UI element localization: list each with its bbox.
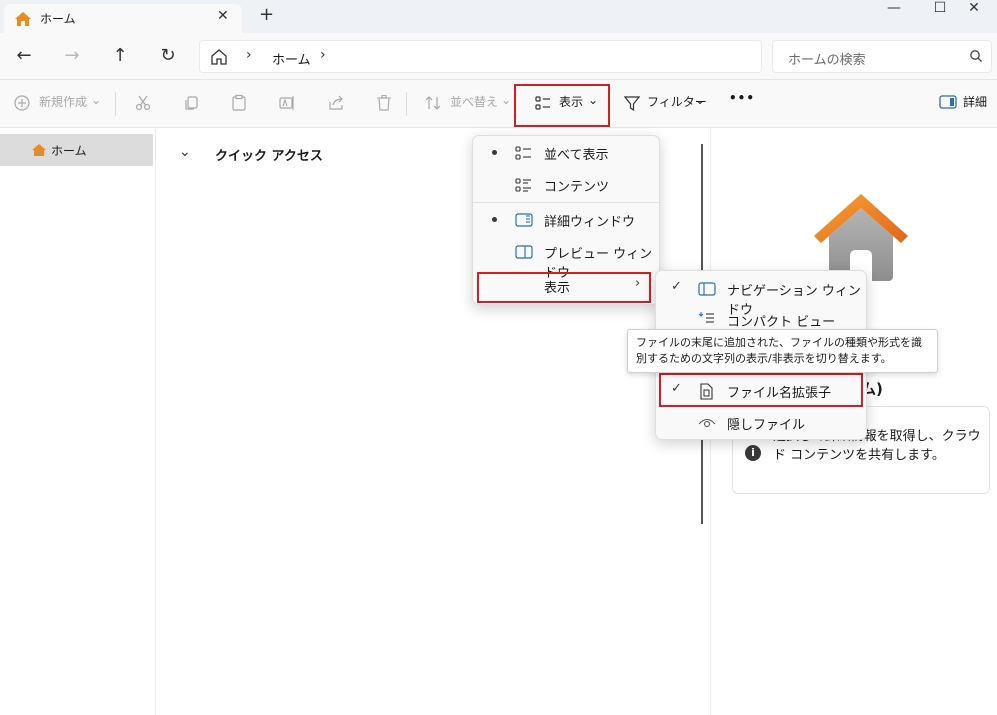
paste-icon[interactable] — [230, 94, 248, 116]
refresh-icon[interactable]: ↻ — [154, 43, 182, 71]
home-icon — [14, 11, 32, 31]
sidebar-item-label: ホーム — [51, 144, 87, 158]
title-bar: ホーム ✕ + — ☐ ✕ — [0, 0, 997, 33]
details-pane-icon — [515, 212, 533, 232]
breadcrumb-chevron-icon[interactable]: › — [246, 47, 252, 63]
rename-icon[interactable] — [278, 94, 296, 116]
tiles-icon — [515, 145, 533, 165]
quick-access-header[interactable]: クイック アクセス — [215, 145, 323, 164]
navigation-pane: ホーム — [0, 128, 156, 715]
menu-item-label: コンパクト ビュー — [727, 315, 836, 330]
compact-view-icon — [698, 312, 716, 328]
home-icon — [31, 143, 47, 161]
info-icon: i — [745, 445, 761, 461]
content-icon — [515, 177, 533, 197]
new-icon — [13, 94, 31, 116]
search-icon — [969, 49, 983, 67]
chevron-down-icon: ⌄ — [695, 93, 706, 107]
home-outline-icon[interactable] — [210, 48, 228, 70]
file-extension-highlight — [659, 373, 863, 407]
toolbar-divider — [115, 92, 116, 116]
sort-button[interactable]: 並べ替え — [450, 93, 498, 115]
copy-icon[interactable] — [182, 94, 200, 116]
sort-icon — [425, 94, 441, 116]
submenu-item-navigation-pane[interactable]: ✓ ナビゲーション ウィンドウ — [656, 273, 866, 318]
hidden-files-icon — [698, 415, 716, 433]
submenu-item-hidden-files[interactable]: 隠しファイル — [656, 407, 866, 439]
tab-home[interactable]: ホーム ✕ — [4, 4, 242, 33]
details-button[interactable]: 詳細 — [963, 93, 987, 115]
share-icon[interactable] — [327, 94, 345, 116]
menu-item-content[interactable]: コンテンツ — [473, 169, 659, 201]
chevron-down-icon: ⌄ — [91, 93, 102, 107]
tooltip: ファイルの末尾に追加された、ファイルの種類や形式を識別するための文字列の表示/非… — [627, 329, 938, 373]
menu-item-preview-pane[interactable]: プレビュー ウィンドウ — [473, 236, 659, 281]
minimize-icon[interactable]: — — [871, 0, 917, 20]
sidebar-item-home[interactable]: ホーム — [0, 134, 153, 166]
menu-item-label: 並べて表示 — [544, 148, 609, 163]
chevron-down-icon: ⌄ — [501, 93, 512, 107]
search-input[interactable]: ホームの検索 — [788, 49, 866, 68]
check-icon: ✓ — [671, 279, 682, 294]
tab-close-icon[interactable]: ✕ — [217, 8, 229, 24]
menu-item-tiles[interactable]: 並べて表示 — [473, 137, 659, 169]
chevron-down-icon[interactable]: ⌄ — [179, 144, 191, 160]
back-icon[interactable]: ← — [10, 43, 38, 71]
menu-item-details-pane[interactable]: 詳細ウィンドウ — [473, 204, 659, 236]
preview-pane-icon — [515, 244, 533, 264]
cut-icon[interactable] — [134, 94, 152, 116]
breadcrumb-chevron-icon[interactable]: › — [320, 47, 326, 63]
new-tab-icon[interactable]: + — [259, 4, 274, 25]
details-pane-icon — [939, 94, 957, 114]
menu-item-label: コンテンツ — [544, 180, 610, 195]
selected-dot-icon — [492, 150, 497, 155]
toolbar-divider — [406, 92, 407, 116]
tab-title: ホーム — [40, 12, 76, 26]
show-item-highlight — [477, 272, 651, 303]
filter-icon — [623, 94, 641, 116]
new-button[interactable]: 新規作成 — [39, 93, 87, 115]
selected-dot-icon — [492, 217, 497, 222]
breadcrumb-location[interactable]: ホーム — [272, 49, 311, 68]
forward-icon[interactable]: → — [58, 43, 86, 71]
nav-pane-icon — [698, 281, 716, 301]
search-box[interactable]: ホームの検索 — [772, 40, 992, 73]
more-options-icon[interactable]: ••• — [729, 91, 755, 113]
menu-item-label: 隠しファイル — [727, 418, 806, 433]
view-icon — [534, 94, 552, 116]
command-toolbar: 新規作成 ⌄ 並べ替え ⌄ 表示 ⌄ フィルター ⌄ ••• 詳細 — [0, 80, 997, 128]
menu-item-label: 詳細ウィンドウ — [544, 215, 636, 230]
up-icon[interactable]: ↑ — [106, 43, 134, 71]
address-bar[interactable]: › ホーム › — [199, 40, 762, 73]
delete-icon[interactable] — [375, 94, 393, 116]
view-button[interactable]: 表示 — [559, 93, 583, 115]
close-window-icon[interactable]: ✕ — [951, 0, 997, 20]
chevron-down-icon: ⌄ — [588, 93, 599, 107]
navigation-bar: ← → ↑ ↻ › ホーム › ホームの検索 — [0, 33, 997, 80]
menu-divider — [473, 202, 659, 203]
